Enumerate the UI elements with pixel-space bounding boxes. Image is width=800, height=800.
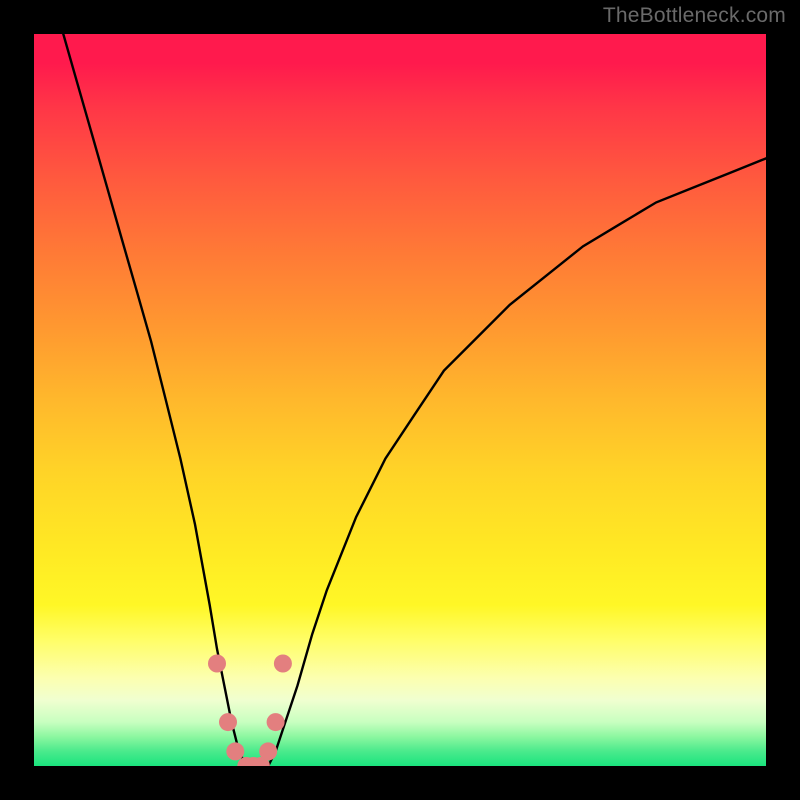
datapoint-dot [219, 713, 237, 731]
bottleneck-curve [63, 34, 766, 766]
datapoint-group [208, 655, 292, 767]
datapoint-dot [226, 742, 244, 760]
datapoint-dot [259, 742, 277, 760]
chart-frame: TheBottleneck.com [0, 0, 800, 800]
bottleneck-chart-svg [34, 34, 766, 766]
datapoint-dot [208, 655, 226, 673]
watermark-text: TheBottleneck.com [603, 4, 786, 28]
plot-area [34, 34, 766, 766]
datapoint-dot [274, 655, 292, 673]
datapoint-dot [267, 713, 285, 731]
